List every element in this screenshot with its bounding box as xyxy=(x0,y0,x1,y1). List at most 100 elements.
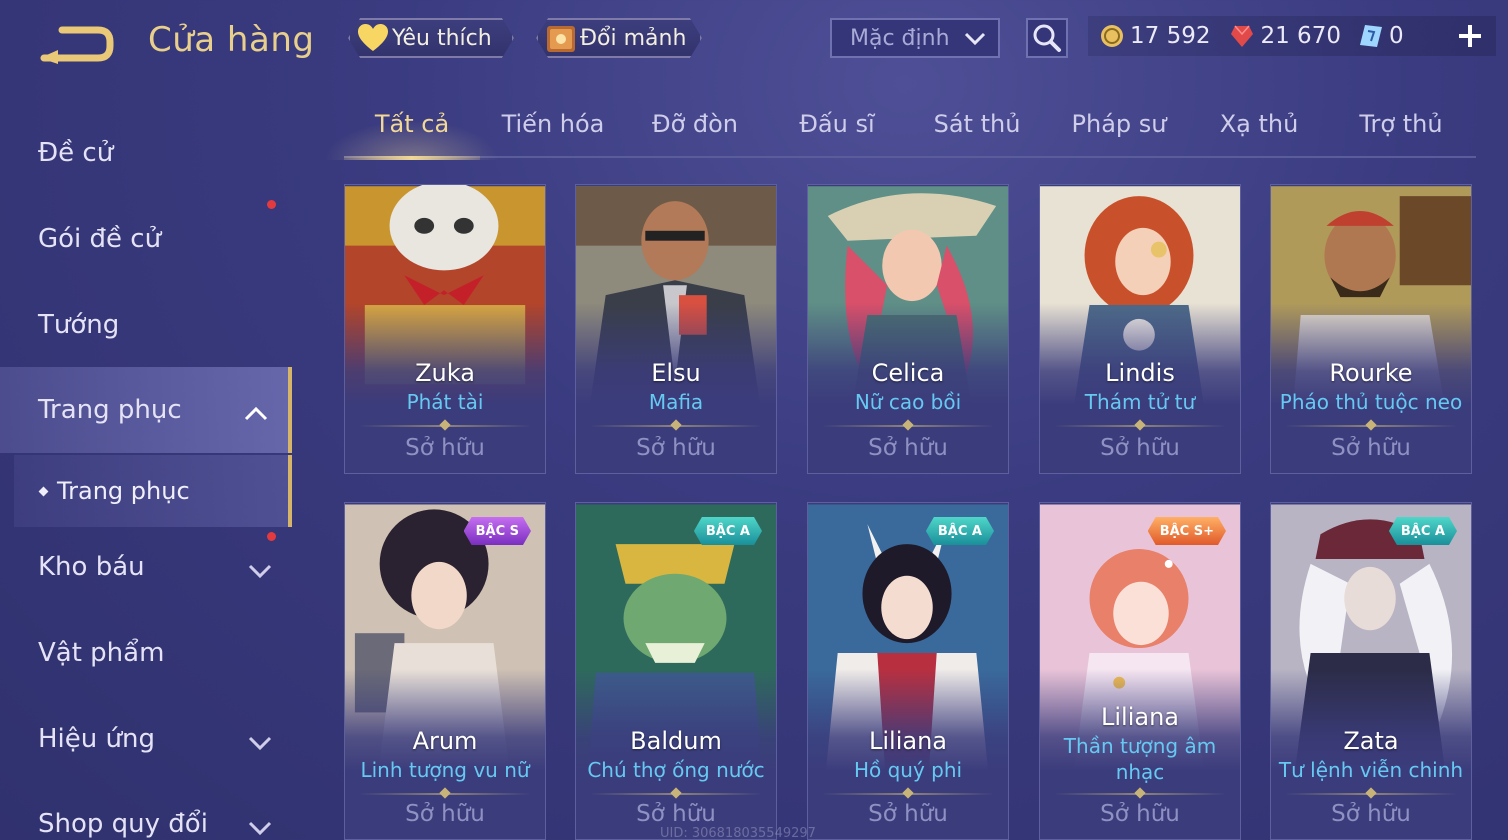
back-arrow-icon xyxy=(40,26,114,64)
card-divider xyxy=(359,419,531,431)
search-button[interactable] xyxy=(1026,18,1068,58)
skin-card-baldum[interactable]: BẬC A Baldum Chú thợ ống nước Sở hữu xyxy=(575,502,777,840)
gem-amount: 21 670 xyxy=(1260,23,1341,49)
hero-name: Celica xyxy=(871,359,945,387)
role-tabs: Tất cả Tiến hóa Đỡ đòn Đấu sĩ Sát thủ Ph… xyxy=(324,100,1476,160)
sidebar-item-label: Hiệu ứng xyxy=(38,724,155,754)
heart-icon xyxy=(356,21,390,55)
tab-marksman[interactable]: Xạ thủ xyxy=(1192,110,1326,156)
tab-support[interactable]: Trợ thủ xyxy=(1334,110,1468,156)
sidebar-item-label: Kho báu xyxy=(38,552,145,582)
gold-balance: 17 592 xyxy=(1098,22,1210,50)
voucher-balance: 0 xyxy=(1357,22,1404,50)
owned-status: Sở hữu xyxy=(1331,801,1411,827)
skin-card-celica[interactable]: Celica Nữ cao bồi Sở hữu xyxy=(807,184,1009,474)
owned-status: Sở hữu xyxy=(1100,435,1180,461)
skin-name: Linh tượng vu nữ xyxy=(360,758,530,782)
sidebar-item-recommended[interactable]: Đề cử xyxy=(0,110,292,196)
owned-status: Sở hữu xyxy=(405,435,485,461)
plus-icon xyxy=(1459,25,1481,47)
skin-name-line2: nhạc xyxy=(1115,760,1165,784)
sidebar-item-treasure[interactable]: Kho báu xyxy=(0,524,292,610)
skin-card-zuka[interactable]: Zuka Phát tài Sở hữu xyxy=(344,184,546,474)
hero-name: Lindis xyxy=(1105,359,1175,387)
back-button[interactable] xyxy=(38,24,116,64)
owned-status: Sở hữu xyxy=(636,435,716,461)
hero-name: Zuka xyxy=(415,359,475,387)
skin-card-arum[interactable]: BẬC S Arum Linh tượng vu nữ Sở hữu xyxy=(344,502,546,840)
tab-fighter[interactable]: Đấu sĩ xyxy=(770,110,904,156)
sidebar-subitem-label: Trang phục xyxy=(57,477,190,505)
currency-bar: 17 592 21 670 0 xyxy=(1088,16,1496,56)
chevron-down-icon xyxy=(964,29,986,54)
card-divider xyxy=(1285,787,1457,799)
notification-dot xyxy=(267,200,276,209)
skin-card-liliana-fox[interactable]: BẬC A Liliana Hồ quý phi Sở hữu xyxy=(807,502,1009,840)
shard-exchange-button[interactable]: Đổi mảnh xyxy=(536,18,702,58)
tab-mage[interactable]: Pháp sư xyxy=(1052,110,1186,156)
card-divider xyxy=(822,419,994,431)
skin-card-liliana-idol[interactable]: BẬC S+ Liliana Thần tượng âm nhạc Sở hữu xyxy=(1039,502,1241,840)
shard-exchange-label: Đổi mảnh xyxy=(580,25,687,51)
sidebar-item-effects[interactable]: Hiệu ứng xyxy=(0,696,292,782)
hero-name: Zata xyxy=(1343,727,1399,755)
hero-name: Liliana xyxy=(869,727,947,755)
tier-badge: BẬC A xyxy=(1389,517,1457,545)
card-divider xyxy=(590,419,762,431)
sidebar-item-skins[interactable]: Trang phục xyxy=(0,367,292,453)
sidebar-item-label: Gói đề cử xyxy=(38,224,162,254)
skin-name: Chú thợ ống nước xyxy=(587,758,765,782)
sidebar-item-bundles[interactable]: Gói đề cử xyxy=(0,196,292,282)
tier-badge: BẬC A xyxy=(694,517,762,545)
tier-badge: BẬC S xyxy=(464,517,531,545)
card-divider xyxy=(359,787,531,799)
skin-name: Phát tài xyxy=(406,390,484,414)
voucher-amount: 0 xyxy=(1388,23,1404,49)
sidebar-subitem-skins[interactable]: Trang phục xyxy=(14,455,292,527)
hero-name: Liliana xyxy=(1101,703,1179,731)
sidebar: Đề cử Gói đề cử Tướng Trang phục Trang p… xyxy=(0,100,292,840)
owned-status: Sở hữu xyxy=(1331,435,1411,461)
tab-tank[interactable]: Đỡ đòn xyxy=(628,110,762,156)
hero-name: Elsu xyxy=(651,359,701,387)
card-divider xyxy=(1054,419,1226,431)
chevron-down-icon xyxy=(248,728,272,758)
skin-name: Nữ cao bồi xyxy=(854,390,962,414)
skin-card-zata[interactable]: BẬC A Zata Tư lệnh viễn chinh Sở hữu xyxy=(1270,502,1472,840)
skin-card-elsu[interactable]: Elsu Mafia Sở hữu xyxy=(575,184,777,474)
sidebar-item-label: Shop quy đổi xyxy=(38,809,208,839)
owned-status: Sở hữu xyxy=(868,801,948,827)
sidebar-item-heroes[interactable]: Tướng xyxy=(0,282,292,368)
card-divider xyxy=(822,787,994,799)
skin-card-rourke[interactable]: Rourke Pháo thủ tuộc neo Sở hữu xyxy=(1270,184,1472,474)
favorites-button[interactable]: Yêu thích xyxy=(348,18,514,58)
bullet-diamond-icon xyxy=(38,486,49,496)
tier-badge: BẬC A xyxy=(926,517,994,545)
sort-selected-value: Mặc định xyxy=(850,25,950,51)
add-currency-button[interactable] xyxy=(1454,20,1486,52)
sort-dropdown[interactable]: Mặc định xyxy=(830,18,1000,58)
voucher-icon xyxy=(1357,22,1385,50)
skin-card-lindis[interactable]: Lindis Thám tử tư Sở hữu xyxy=(1039,184,1241,474)
sidebar-item-items[interactable]: Vật phẩm xyxy=(0,610,292,696)
hero-name: Arum xyxy=(412,727,478,755)
tab-assassin[interactable]: Sát thủ xyxy=(910,110,1044,156)
gold-amount: 17 592 xyxy=(1130,23,1211,49)
card-divider xyxy=(1285,419,1457,431)
skin-name: Tư lệnh viễn chinh xyxy=(1278,758,1464,782)
card-divider xyxy=(590,787,762,799)
owned-status: Sở hữu xyxy=(405,801,485,827)
sidebar-item-label: Vật phẩm xyxy=(38,638,165,668)
tab-all[interactable]: Tất cả xyxy=(324,110,500,160)
tab-evolution[interactable]: Tiến hóa xyxy=(486,110,620,156)
notification-dot xyxy=(267,532,276,541)
gem-icon xyxy=(1228,22,1256,50)
skin-name: Mafia xyxy=(648,390,704,414)
sidebar-item-exchange-shop[interactable]: Shop quy đổi xyxy=(0,781,292,840)
sidebar-item-label: Trang phục xyxy=(38,395,182,425)
chevron-up-icon xyxy=(244,399,268,429)
skin-name: Hồ quý phi xyxy=(853,758,963,782)
skin-name: Pháo thủ tuộc neo xyxy=(1279,390,1463,414)
chest-icon xyxy=(544,21,578,55)
chevron-down-icon xyxy=(248,556,272,586)
